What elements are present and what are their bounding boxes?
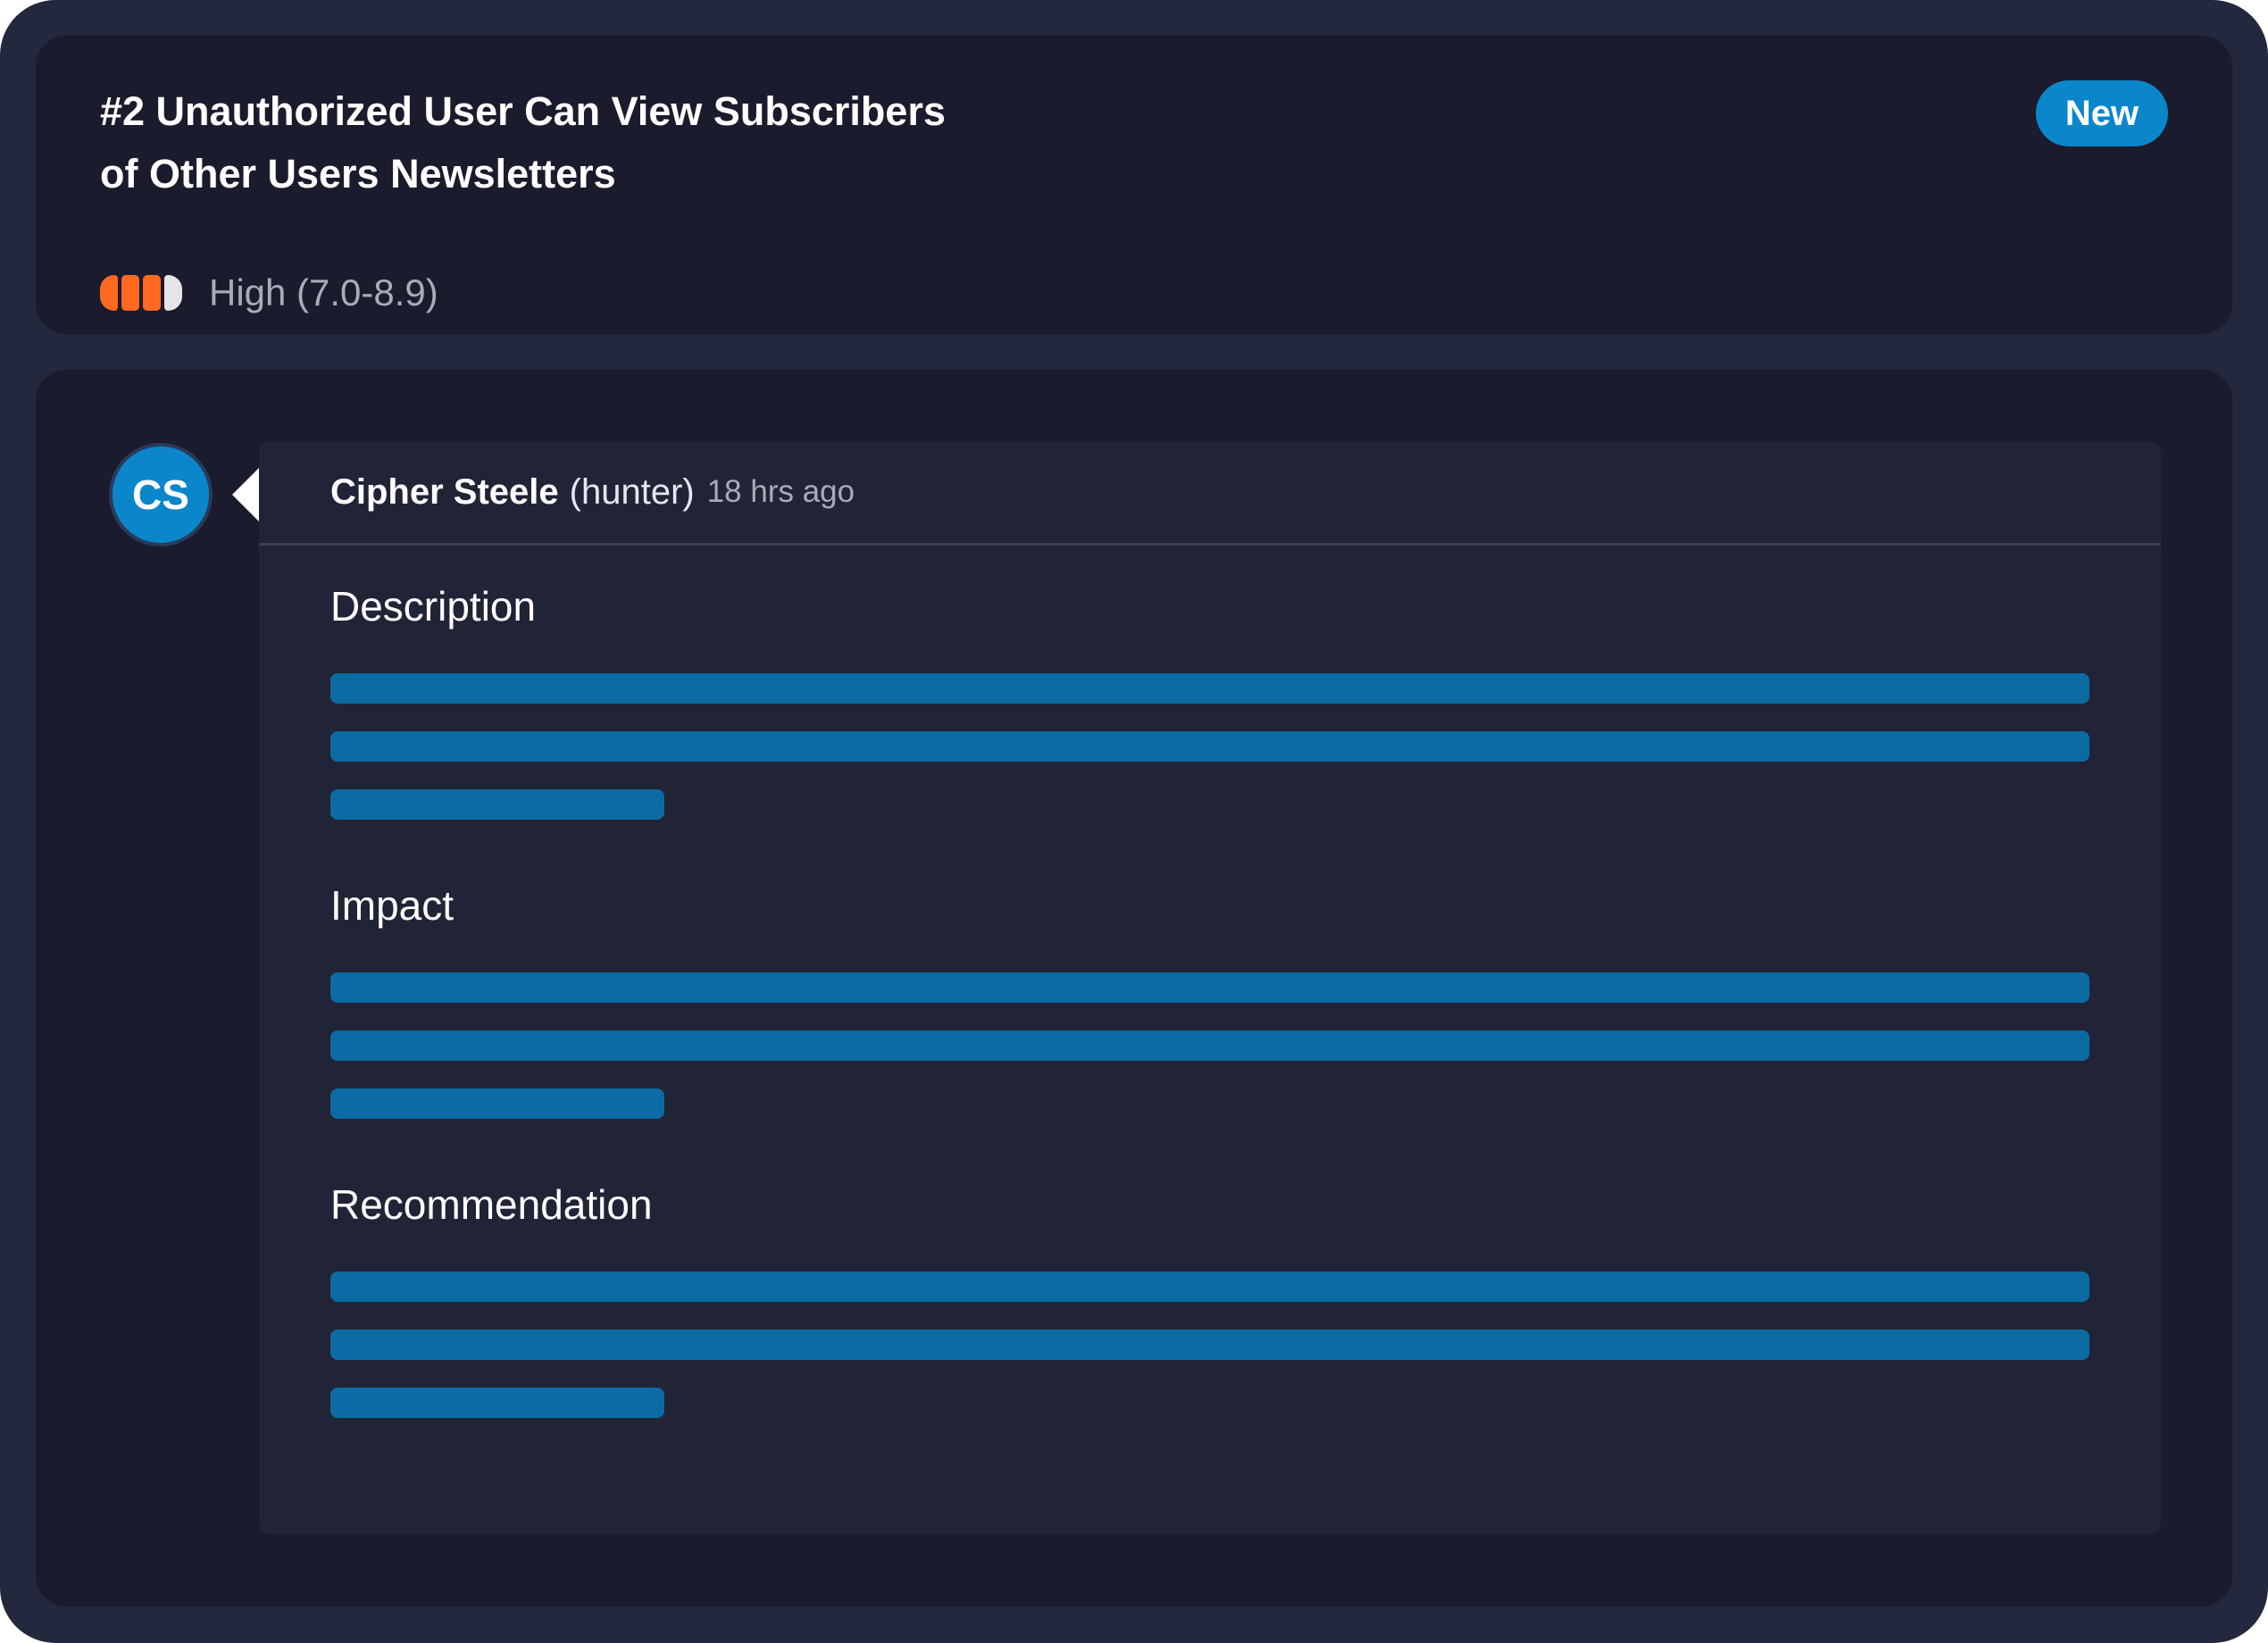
report-title: #2 Unauthorized User Can View Subscriber… [100,80,1118,205]
placeholder-text-line [330,731,2089,762]
author-name[interactable]: Cipher Steele [330,472,559,513]
comment-header: Cipher Steele (hunter) 18 hrs ago [259,441,2161,546]
section-recommendation: Recommendation [330,1173,2089,1418]
placeholder-text-line [330,673,2089,704]
severity-meter-icon [100,275,182,311]
severity-segment [100,275,118,311]
placeholder-text-line [330,1088,664,1119]
placeholder-text-line [330,1330,2089,1360]
report-header-card: #2 Unauthorized User Can View Subscriber… [36,36,2232,334]
section-heading: Recommendation [330,1181,653,1228]
comment-pointer [232,468,259,521]
severity-indicator: High (7.0-8.9) [100,266,438,320]
severity-segment [164,275,182,311]
comment-card: Cipher Steele (hunter) 18 hrs ago Descri… [259,441,2161,1534]
placeholder-text-line [330,1272,2089,1302]
report-body-card: CS Cipher Steele (hunter) 18 hrs ago Des… [36,370,2232,1606]
avatar[interactable]: CS [109,443,213,546]
placeholder-text-line [330,1030,2089,1061]
section-description: Description [330,575,2089,820]
section-heading: Description [330,583,537,630]
placeholder-text-line [330,972,2089,1003]
section-heading: Impact [330,882,454,929]
severity-segment [143,275,161,311]
placeholder-text-line [330,789,664,820]
placeholder-text-line [330,1388,664,1418]
severity-label: High (7.0-8.9) [209,271,438,313]
report-title-line-1: #2 Unauthorized User Can View Subscriber… [100,88,946,134]
report-title-line-2: of Other Users Newsletters [100,151,616,196]
severity-segment [121,275,139,311]
status-badge[interactable]: New [2036,80,2168,146]
section-impact: Impact [330,874,2089,1119]
report-frame: #2 Unauthorized User Can View Subscriber… [0,0,2268,1643]
comment-timestamp: 18 hrs ago [706,474,855,509]
author-role: (hunter) [569,471,695,512]
